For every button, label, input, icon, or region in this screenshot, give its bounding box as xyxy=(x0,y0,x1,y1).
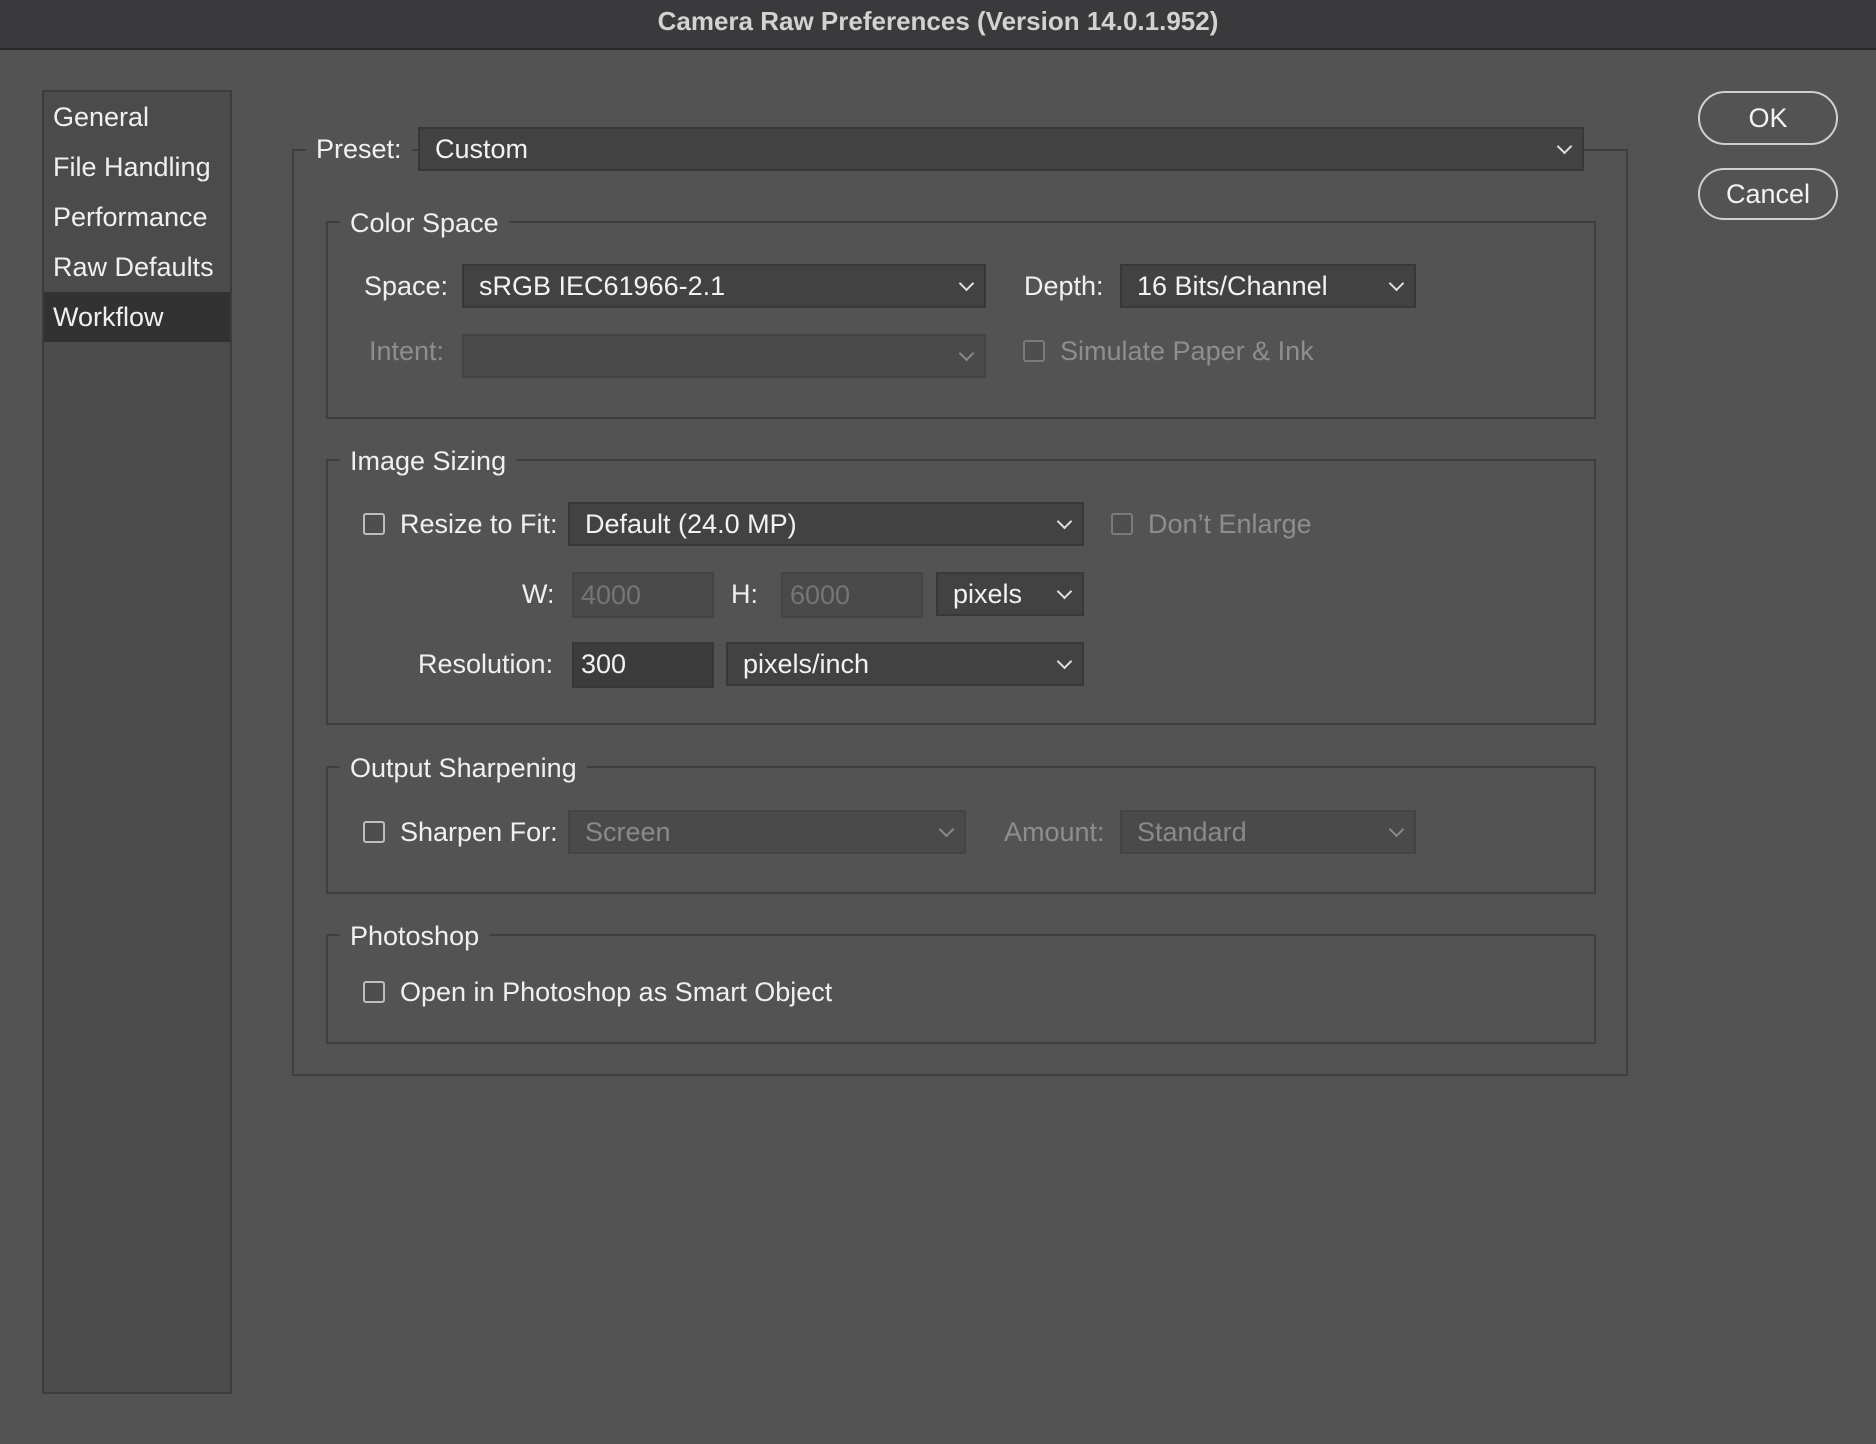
amount-label: Amount: xyxy=(1004,817,1105,847)
ok-button[interactable]: OK xyxy=(1698,91,1838,145)
sharpen-for-value: Screen xyxy=(585,817,671,847)
smart-object-label: Open in Photoshop as Smart Object xyxy=(400,977,833,1007)
sidebar-item-raw-defaults[interactable]: Raw Defaults xyxy=(44,242,230,292)
image-sizing-title: Image Sizing xyxy=(340,441,517,481)
resize-to-fit-value: Default (24.0 MP) xyxy=(585,509,797,539)
depth-value: 16 Bits/Channel xyxy=(1137,271,1328,301)
dont-enlarge-checkbox[interactable] xyxy=(1111,513,1133,535)
space-label: Space: xyxy=(364,271,449,301)
chevron-down-icon xyxy=(958,345,975,362)
resolution-input[interactable]: 300 xyxy=(572,642,714,688)
chevron-down-icon xyxy=(1388,275,1405,292)
resize-to-fit-checkbox[interactable] xyxy=(363,513,385,535)
sidebar-item-file-handling[interactable]: File Handling xyxy=(44,142,230,192)
size-units-select[interactable]: pixels xyxy=(936,572,1084,616)
chevron-down-icon xyxy=(1556,138,1573,155)
preset-value: Custom xyxy=(435,134,529,164)
space-value: sRGB IEC61966-2.1 xyxy=(479,271,726,301)
resize-to-fit-select[interactable]: Default (24.0 MP) xyxy=(568,502,1084,546)
sidebar-item-performance[interactable]: Performance xyxy=(44,192,230,242)
depth-select[interactable]: 16 Bits/Channel xyxy=(1120,264,1416,308)
width-label: W: xyxy=(522,579,555,609)
chevron-down-icon xyxy=(938,821,955,838)
sharpen-for-label: Sharpen For: xyxy=(400,817,558,847)
output-sharpening-title: Output Sharpening xyxy=(340,748,587,788)
resolution-label: Resolution: xyxy=(418,649,554,679)
intent-select[interactable] xyxy=(462,334,986,378)
preset-select[interactable]: Custom xyxy=(418,127,1584,171)
height-input[interactable] xyxy=(781,572,923,618)
chevron-down-icon xyxy=(1056,513,1073,530)
space-select[interactable]: sRGB IEC61966-2.1 xyxy=(462,264,986,308)
chevron-down-icon xyxy=(958,275,975,292)
intent-label: Intent: xyxy=(369,336,445,366)
width-input[interactable] xyxy=(572,572,714,618)
sidebar-item-workflow[interactable]: Workflow xyxy=(44,292,230,342)
dont-enlarge-label: Don’t Enlarge xyxy=(1148,509,1312,539)
size-units-value: pixels xyxy=(953,579,1023,609)
chevron-down-icon xyxy=(1056,653,1073,670)
amount-select[interactable]: Standard xyxy=(1120,810,1416,854)
cancel-button[interactable]: Cancel xyxy=(1698,168,1838,220)
depth-label: Depth: xyxy=(1024,271,1104,301)
resize-to-fit-label: Resize to Fit: xyxy=(400,509,558,539)
sharpen-for-select[interactable]: Screen xyxy=(568,810,966,854)
color-space-group xyxy=(326,221,1596,419)
resolution-units-value: pixels/inch xyxy=(743,649,870,679)
chevron-down-icon xyxy=(1056,583,1073,600)
photoshop-title: Photoshop xyxy=(340,916,490,956)
sidebar-item-general[interactable]: General xyxy=(44,92,230,142)
simulate-paper-ink-label: Simulate Paper & Ink xyxy=(1060,336,1314,366)
resolution-units-select[interactable]: pixels/inch xyxy=(726,642,1084,686)
color-space-title: Color Space xyxy=(340,203,509,243)
sharpen-for-checkbox[interactable] xyxy=(363,821,385,843)
smart-object-checkbox[interactable] xyxy=(363,981,385,1003)
chevron-down-icon xyxy=(1388,821,1405,838)
preferences-sidebar: General File Handling Performance Raw De… xyxy=(42,90,232,1394)
preset-label: Preset: xyxy=(306,127,412,171)
amount-value: Standard xyxy=(1137,817,1247,847)
simulate-paper-ink-checkbox[interactable] xyxy=(1023,340,1045,362)
window-title: Camera Raw Preferences (Version 14.0.1.9… xyxy=(657,6,1219,36)
height-label: H: xyxy=(731,579,758,609)
